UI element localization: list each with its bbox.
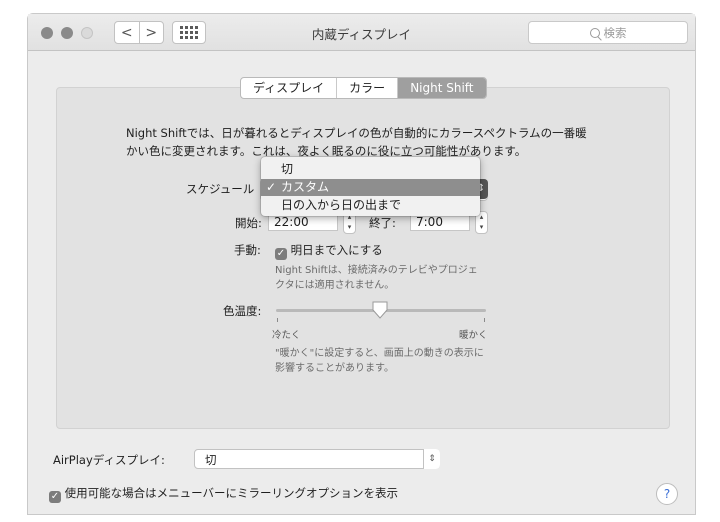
help-button[interactable]: ? [656, 483, 678, 505]
slider-tick-max [484, 318, 485, 322]
manual-checkbox-label: 明日まで入にする [290, 243, 383, 257]
mirroring-option-row[interactable]: ✓ 使用可能な場合はメニューバーにミラーリングオプションを表示 [49, 485, 398, 503]
menu-item-label: 切 [281, 162, 294, 176]
temperature-slider-knob[interactable] [371, 301, 389, 319]
temperature-warm-label: 暖かく [459, 330, 488, 341]
slider-tick-min [277, 318, 278, 322]
schedule-menu: 切 ✓ カスタム 日の入から日の出まで [261, 157, 480, 216]
schedule-label: スケジュール [186, 182, 255, 196]
manual-label: 手動: [234, 243, 261, 257]
temperature-note-line-1: "暖かく"に設定すると、画面上の動きの表示に [275, 348, 484, 359]
manual-checkbox-row[interactable]: ✓ 明日まで入にする [275, 242, 383, 260]
search-icon [589, 27, 600, 38]
temperature-label: 色温度: [223, 304, 262, 318]
menu-item-label: カスタム [281, 180, 330, 194]
menu-item-sunset-to-sunrise[interactable]: 日の入から日の出まで [261, 197, 480, 214]
menu-item-off[interactable]: 切 [261, 161, 480, 178]
menu-item-custom[interactable]: ✓ カスタム [261, 179, 480, 196]
night-shift-description: Night Shiftでは、日が暮れるとディスプレイの色が自動的にカラースペクト… [126, 124, 626, 160]
search-field[interactable]: 検索 [528, 21, 688, 44]
title-bar: < > 内蔵ディスプレイ 検索 [28, 14, 695, 51]
start-label: 開始: [235, 216, 262, 230]
mirroring-checkbox-label: 使用可能な場合はメニューバーにミラーリングオプションを表示 [64, 486, 399, 500]
tab-bar: ディスプレイ カラー Night Shift [240, 77, 487, 99]
temperature-note-line-2: 影響することがあります。 [275, 363, 394, 374]
end-label: 終了: [369, 216, 396, 230]
mirroring-checkbox[interactable]: ✓ [49, 491, 61, 503]
checkmark-icon: ✓ [266, 180, 277, 194]
menu-item-label: 日の入から日の出まで [281, 198, 402, 212]
tab-display[interactable]: ディスプレイ [241, 78, 338, 98]
manual-note-line-2: クタには適用されません。 [275, 280, 395, 291]
manual-note-line-1: Night Shiftは、接続済みのテレビやプロジェ [275, 265, 478, 276]
tab-night-shift[interactable]: Night Shift [398, 78, 486, 98]
temperature-note: "暖かく"に設定すると、画面上の動きの表示に 影響することがあります。 [275, 346, 484, 376]
tab-color[interactable]: カラー [337, 78, 399, 98]
search-placeholder: 検索 [603, 25, 627, 40]
select-arrows-icon: ⇕ [423, 449, 440, 469]
temperature-cool-label: 冷たく [272, 330, 301, 341]
manual-note: Night Shiftは、接続済みのテレビやプロジェ クタには適用されません。 [275, 263, 478, 293]
description-line-1: Night Shiftでは、日が暮れるとディスプレイの色が自動的にカラースペクト… [126, 126, 587, 140]
manual-checkbox[interactable]: ✓ [275, 248, 287, 260]
airplay-label: AirPlayディスプレイ: [53, 453, 165, 467]
airplay-select[interactable]: 切 ⇕ [194, 449, 440, 469]
airplay-select-value: 切 [205, 453, 217, 467]
